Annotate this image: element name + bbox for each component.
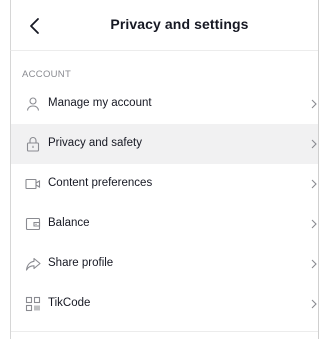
video-icon: [25, 176, 41, 192]
settings-item-tikcode[interactable]: TikCode: [11, 284, 318, 324]
chevron-right-icon: [310, 219, 318, 229]
page-title: Privacy and settings: [110, 16, 249, 32]
chevron-right-icon: [310, 259, 318, 269]
lock-icon: [25, 136, 41, 152]
settings-item-privacy-safety[interactable]: Privacy and safety: [11, 124, 318, 164]
list-divider: [11, 331, 318, 332]
settings-content: ACCOUNT Manage my account Privacy and sa…: [10, 51, 318, 339]
settings-item-manage-account[interactable]: Manage my account: [11, 84, 318, 124]
settings-item-label: Balance: [48, 217, 90, 229]
chevron-right-icon: [310, 99, 318, 109]
share-icon: [25, 256, 41, 272]
header-bar: Privacy and settings: [10, 0, 318, 51]
settings-item-label: Share profile: [48, 257, 114, 269]
settings-item-balance[interactable]: Balance: [11, 204, 318, 244]
settings-item-label: Manage my account: [48, 97, 152, 109]
chevron-right-icon: [310, 179, 318, 189]
settings-item-share-profile[interactable]: Share profile: [11, 244, 318, 284]
section-label-account: ACCOUNT: [22, 69, 72, 80]
qr-code-icon: [25, 296, 41, 312]
chevron-right-icon: [310, 299, 318, 309]
person-icon: [25, 96, 41, 112]
settings-item-label: TikCode: [48, 297, 91, 309]
settings-list: Manage my account Privacy and safety Con…: [11, 84, 318, 324]
wallet-icon: [25, 216, 41, 232]
settings-item-label: Content preferences: [48, 177, 153, 189]
chevron-right-icon: [310, 139, 318, 149]
settings-item-label: Privacy and safety: [48, 137, 142, 149]
settings-item-content-preferences[interactable]: Content preferences: [11, 164, 318, 204]
settings-screen: Privacy and settings ACCOUNT Manage my a…: [0, 0, 319, 339]
